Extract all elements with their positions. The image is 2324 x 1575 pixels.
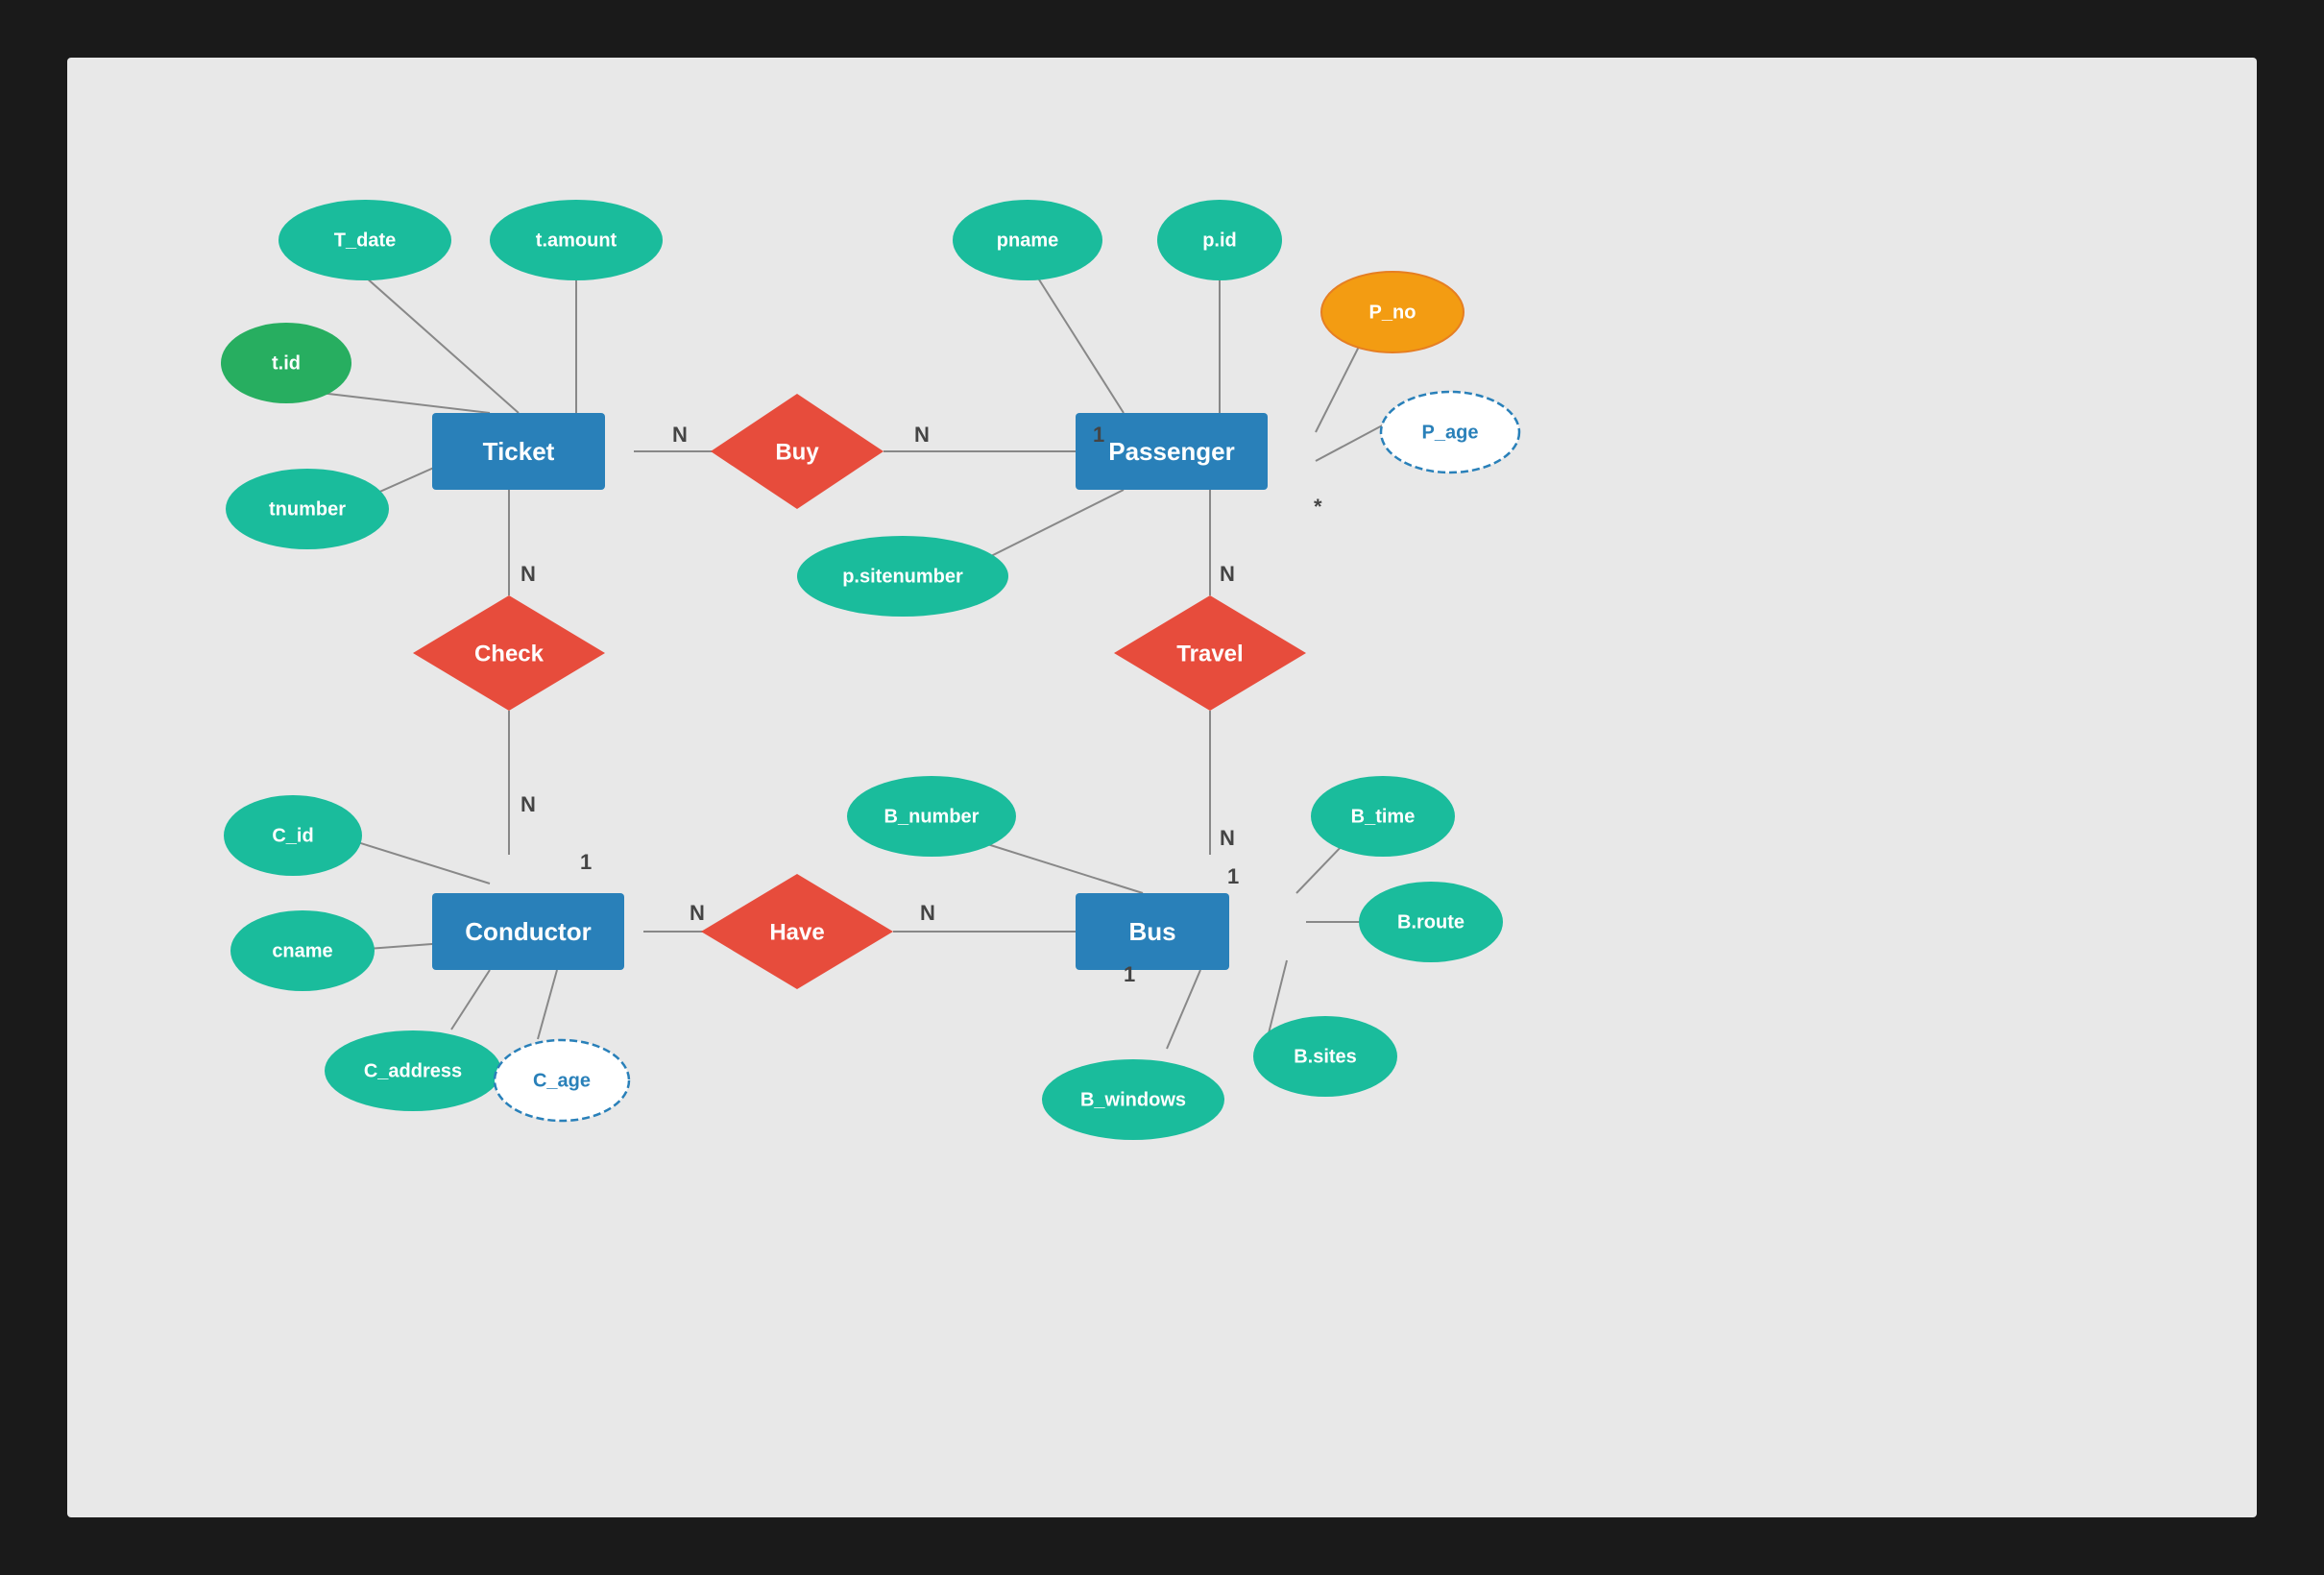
card-ticket-check-n: N xyxy=(520,562,536,586)
er-diagram-canvas: Ticket Passenger Conductor Bus Buy Check xyxy=(67,58,2257,1517)
card-passenger-star: * xyxy=(1314,495,1322,519)
svg-text:Have: Have xyxy=(769,919,824,945)
attr-cname: cname xyxy=(230,910,375,991)
attr-p-no: P_no xyxy=(1321,272,1464,352)
svg-text:pname: pname xyxy=(997,230,1058,251)
svg-text:P_no: P_no xyxy=(1369,302,1416,323)
svg-text:C_age: C_age xyxy=(533,1070,591,1091)
attr-p-id: p.id xyxy=(1157,200,1282,280)
relation-travel[interactable]: Travel xyxy=(1114,595,1306,711)
attr-c-age: C_age xyxy=(495,1040,629,1121)
card-have-bus-n: N xyxy=(920,901,935,925)
svg-text:Travel: Travel xyxy=(1176,641,1243,666)
attr-t-amount: t.amount xyxy=(490,200,663,280)
diagram-svg: Ticket Passenger Conductor Bus Buy Check xyxy=(67,58,2257,1517)
svg-text:P_age: P_age xyxy=(1422,422,1479,443)
svg-text:tnumber: tnumber xyxy=(269,498,346,520)
svg-text:p.id: p.id xyxy=(1202,230,1237,251)
card-bus-have-1: 1 xyxy=(1124,962,1135,986)
svg-text:T_date: T_date xyxy=(334,230,396,251)
svg-text:p.sitenumber: p.sitenumber xyxy=(842,566,963,587)
entity-ticket[interactable]: Ticket xyxy=(432,413,605,490)
card-bus-travel-1: 1 xyxy=(1227,864,1239,888)
relation-have[interactable]: Have xyxy=(701,874,893,989)
attr-b-number: B_number xyxy=(847,776,1016,857)
attr-b-route: B.route xyxy=(1359,882,1503,962)
svg-text:B.sites: B.sites xyxy=(1294,1046,1357,1067)
relation-buy[interactable]: Buy xyxy=(711,394,884,509)
attr-c-id: C_id xyxy=(224,795,362,876)
card-passenger-travel-n: N xyxy=(1220,562,1235,586)
svg-text:cname: cname xyxy=(272,940,332,961)
card-travel-bus-n: N xyxy=(1220,826,1235,850)
svg-text:Conductor: Conductor xyxy=(465,917,591,946)
attr-b-windows: B_windows xyxy=(1042,1059,1224,1140)
svg-text:Passenger: Passenger xyxy=(1108,437,1235,466)
card-check-conductor-n: N xyxy=(520,792,536,816)
svg-text:B_time: B_time xyxy=(1351,806,1416,827)
attr-b-sites: B.sites xyxy=(1253,1016,1397,1097)
svg-text:Check: Check xyxy=(474,641,545,666)
entity-conductor[interactable]: Conductor xyxy=(432,893,624,970)
svg-text:Ticket: Ticket xyxy=(483,437,555,466)
svg-text:Buy: Buy xyxy=(775,439,819,465)
svg-text:B_number: B_number xyxy=(884,806,980,827)
attr-t-date: T_date xyxy=(278,200,451,280)
svg-text:B_windows: B_windows xyxy=(1080,1089,1186,1110)
entity-bus[interactable]: Bus xyxy=(1076,893,1229,970)
svg-text:Bus: Bus xyxy=(1128,917,1175,946)
attr-p-age: P_age xyxy=(1381,392,1519,472)
card-conductor-have-n: N xyxy=(690,901,705,925)
svg-text:B.route: B.route xyxy=(1397,911,1465,933)
card-passenger-1: 1 xyxy=(1093,423,1104,447)
attr-tnumber: tnumber xyxy=(226,469,389,549)
attr-p-sitenumber: p.sitenumber xyxy=(797,536,1008,617)
svg-text:C_address: C_address xyxy=(364,1060,462,1081)
card-buy-passenger-n: N xyxy=(914,423,930,447)
card-ticket-buy-n: N xyxy=(672,423,688,447)
card-conductor-1: 1 xyxy=(580,850,592,874)
svg-text:C_id: C_id xyxy=(272,825,313,846)
attr-c-address: C_address xyxy=(325,1030,501,1111)
relation-check[interactable]: Check xyxy=(413,595,605,711)
svg-text:t.id: t.id xyxy=(272,352,301,374)
attr-b-time: B_time xyxy=(1311,776,1455,857)
attr-pname: pname xyxy=(953,200,1102,280)
svg-text:t.amount: t.amount xyxy=(536,230,617,251)
attr-t-id: t.id xyxy=(221,323,351,403)
